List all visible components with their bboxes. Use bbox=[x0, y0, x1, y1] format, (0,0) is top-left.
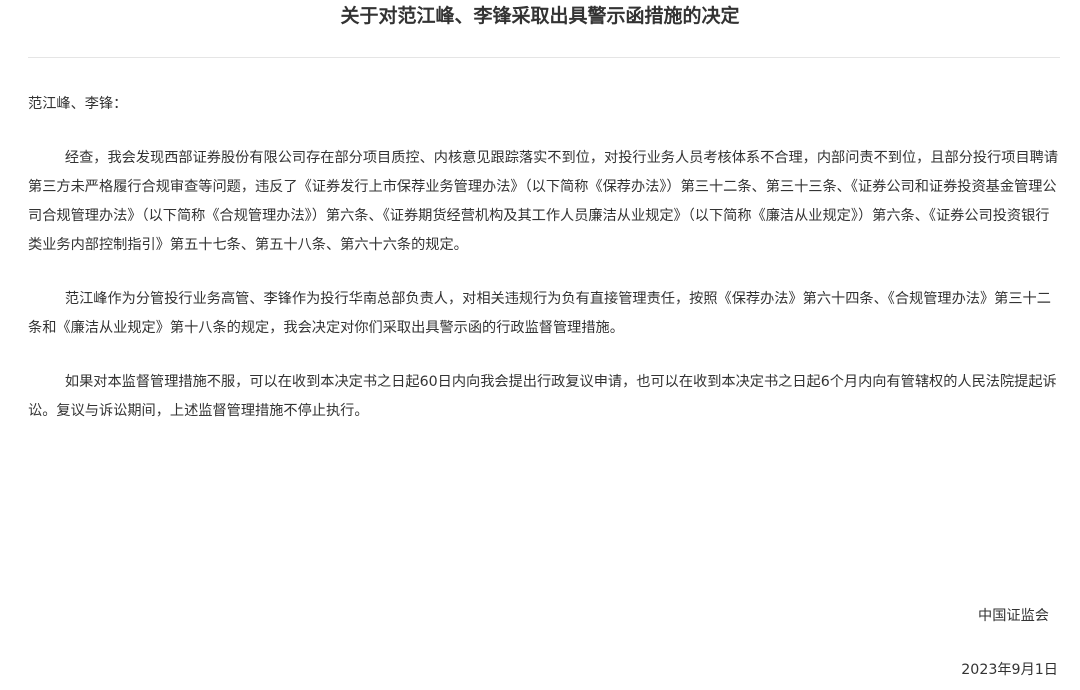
issue-date: 2023年9月1日 bbox=[961, 662, 1058, 678]
title-divider bbox=[28, 57, 1060, 58]
issuer-signature: 中国证监会 bbox=[978, 608, 1049, 624]
document-page: 关于对范江峰、李锋采取出具警示函措施的决定 范江峰、李锋： 经查，我会发现西部证… bbox=[0, 0, 1080, 690]
document-body: 范江峰、李锋： 经查，我会发现西部证券股份有限公司存在部分项目质控、内核意见跟踪… bbox=[28, 90, 1060, 451]
page-title: 关于对范江峰、李锋采取出具警示函措施的决定 bbox=[340, 5, 740, 27]
paragraph-findings: 经查，我会发现西部证券股份有限公司存在部分项目质控、内核意见跟踪落实不到位，对投… bbox=[28, 150, 1059, 253]
paragraph-appeal: 如果对本监督管理措施不服，可以在收到本决定书之日起60日内向我会提出行政复议申请… bbox=[28, 374, 1057, 419]
paragraph-decision: 范江峰作为分管投行业务高管、李锋作为投行华南总部负责人，对相关违规行为负有直接管… bbox=[28, 291, 1051, 336]
salutation: 范江峰、李锋： bbox=[28, 96, 128, 112]
